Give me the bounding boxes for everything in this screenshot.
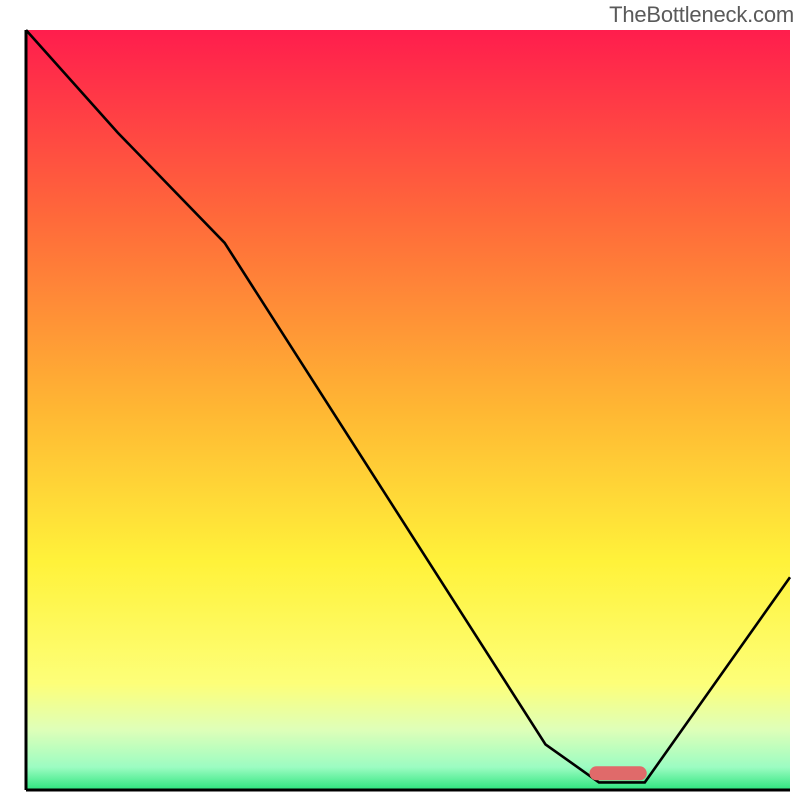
chart-svg (0, 0, 800, 800)
chart-container: TheBottleneck.com (0, 0, 800, 800)
optimal-range-marker (589, 766, 646, 780)
plot-background (26, 30, 790, 790)
watermark-text: TheBottleneck.com (609, 2, 794, 28)
